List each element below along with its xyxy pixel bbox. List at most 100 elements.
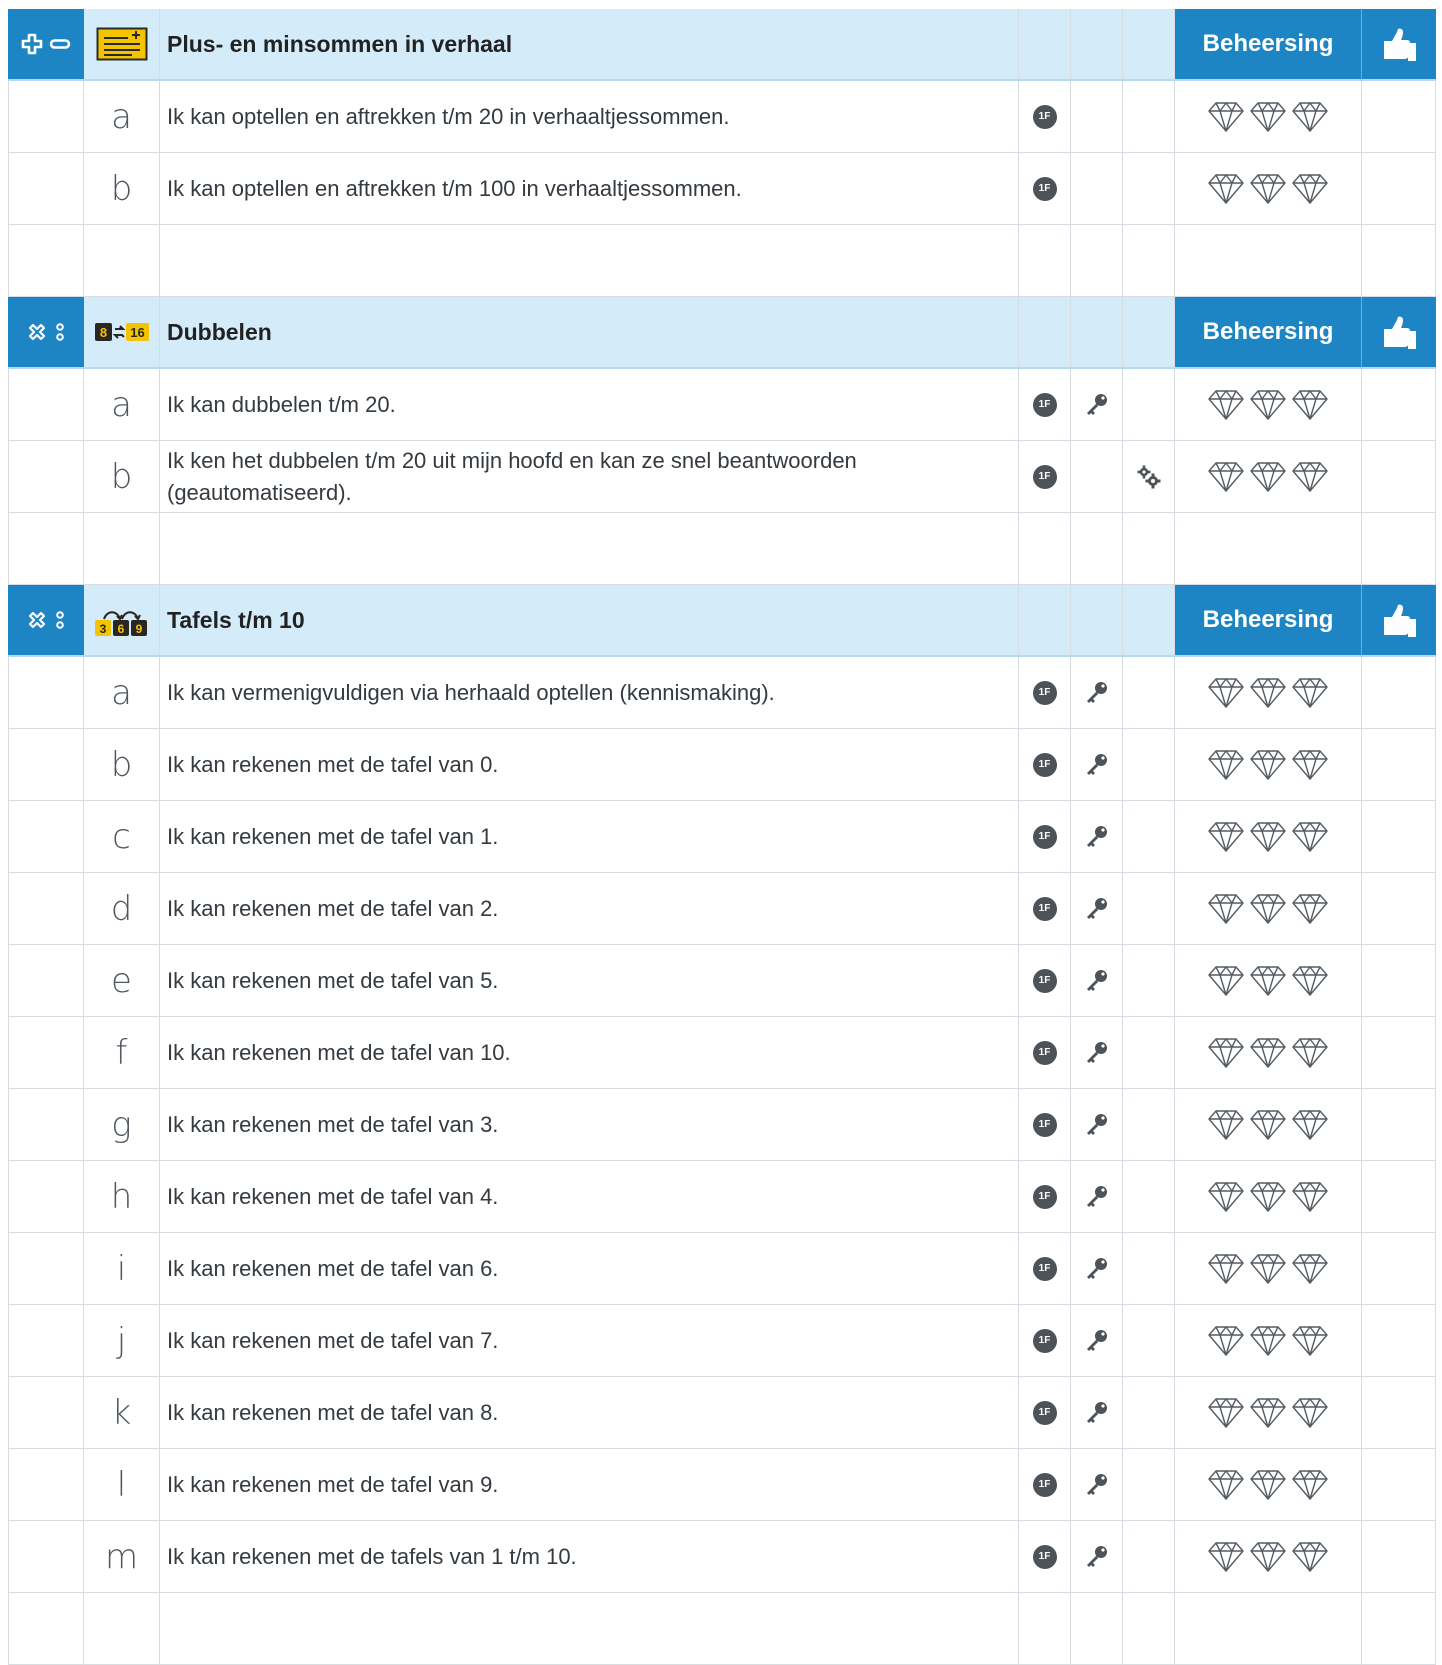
goal-check-cell[interactable] [8, 657, 84, 729]
diamond-icon[interactable] [1249, 1037, 1287, 1069]
diamond-icon[interactable] [1291, 173, 1329, 205]
diamond-icon[interactable] [1291, 1325, 1329, 1357]
mastery-rating[interactable] [1207, 893, 1329, 925]
goal-check-cell[interactable] [8, 1089, 84, 1161]
goal-check-cell[interactable] [8, 153, 84, 225]
goal-check-cell[interactable] [8, 1377, 84, 1449]
approval-cell[interactable] [1362, 657, 1436, 729]
diamond-icon[interactable] [1249, 101, 1287, 133]
approval-cell[interactable] [1362, 1521, 1436, 1593]
goal-check-cell[interactable] [8, 1449, 84, 1521]
diamond-icon[interactable] [1249, 677, 1287, 709]
mastery-rating[interactable] [1207, 1541, 1329, 1573]
diamond-icon[interactable] [1291, 965, 1329, 997]
diamond-icon[interactable] [1291, 389, 1329, 421]
approval-cell[interactable] [1362, 369, 1436, 441]
diamond-icon[interactable] [1249, 749, 1287, 781]
diamond-icon[interactable] [1291, 1181, 1329, 1213]
diamond-icon[interactable] [1291, 101, 1329, 133]
goal-check-cell[interactable] [8, 441, 84, 513]
mastery-rating[interactable] [1207, 1181, 1329, 1213]
goal-check-cell[interactable] [8, 873, 84, 945]
goal-check-cell[interactable] [8, 81, 84, 153]
diamond-icon[interactable] [1207, 821, 1245, 853]
goal-check-cell[interactable] [8, 1233, 84, 1305]
diamond-icon[interactable] [1207, 173, 1245, 205]
mastery-rating[interactable] [1207, 749, 1329, 781]
diamond-icon[interactable] [1207, 893, 1245, 925]
diamond-icon[interactable] [1249, 1325, 1287, 1357]
approval-cell[interactable] [1362, 81, 1436, 153]
diamond-icon[interactable] [1291, 1469, 1329, 1501]
goal-check-cell[interactable] [8, 945, 84, 1017]
diamond-icon[interactable] [1207, 749, 1245, 781]
diamond-icon[interactable] [1291, 821, 1329, 853]
diamond-icon[interactable] [1291, 1397, 1329, 1429]
diamond-icon[interactable] [1249, 1181, 1287, 1213]
mastery-rating[interactable] [1207, 1325, 1329, 1357]
approval-cell[interactable] [1362, 1449, 1436, 1521]
mastery-rating[interactable] [1207, 677, 1329, 709]
diamond-icon[interactable] [1207, 1541, 1245, 1573]
diamond-icon[interactable] [1207, 101, 1245, 133]
approval-cell[interactable] [1362, 801, 1436, 873]
mastery-rating[interactable] [1207, 821, 1329, 853]
mastery-rating[interactable] [1207, 1253, 1329, 1285]
mastery-rating[interactable] [1207, 1109, 1329, 1141]
mastery-rating[interactable] [1207, 1397, 1329, 1429]
goal-check-cell[interactable] [8, 1521, 84, 1593]
diamond-icon[interactable] [1249, 173, 1287, 205]
approval-cell[interactable] [1362, 1161, 1436, 1233]
diamond-icon[interactable] [1249, 893, 1287, 925]
mastery-rating[interactable] [1207, 461, 1329, 493]
goal-check-cell[interactable] [8, 729, 84, 801]
approval-cell[interactable] [1362, 153, 1436, 225]
diamond-icon[interactable] [1207, 1109, 1245, 1141]
mastery-rating[interactable] [1207, 1037, 1329, 1069]
diamond-icon[interactable] [1207, 677, 1245, 709]
diamond-icon[interactable] [1291, 1541, 1329, 1573]
diamond-icon[interactable] [1207, 1325, 1245, 1357]
diamond-icon[interactable] [1291, 1037, 1329, 1069]
diamond-icon[interactable] [1207, 1181, 1245, 1213]
approval-cell[interactable] [1362, 945, 1436, 1017]
diamond-icon[interactable] [1207, 1469, 1245, 1501]
goal-check-cell[interactable] [8, 1161, 84, 1233]
diamond-icon[interactable] [1291, 677, 1329, 709]
diamond-icon[interactable] [1249, 965, 1287, 997]
diamond-icon[interactable] [1291, 461, 1329, 493]
mastery-rating[interactable] [1207, 965, 1329, 997]
diamond-icon[interactable] [1249, 1541, 1287, 1573]
goal-check-cell[interactable] [8, 369, 84, 441]
diamond-icon[interactable] [1249, 1397, 1287, 1429]
approval-cell[interactable] [1362, 1233, 1436, 1305]
approval-cell[interactable] [1362, 873, 1436, 945]
approval-cell[interactable] [1362, 1089, 1436, 1161]
diamond-icon[interactable] [1207, 461, 1245, 493]
approval-cell[interactable] [1362, 729, 1436, 801]
diamond-icon[interactable] [1249, 1469, 1287, 1501]
approval-cell[interactable] [1362, 1305, 1436, 1377]
mastery-rating[interactable] [1207, 101, 1329, 133]
diamond-icon[interactable] [1249, 389, 1287, 421]
diamond-icon[interactable] [1249, 461, 1287, 493]
diamond-icon[interactable] [1207, 965, 1245, 997]
approval-cell[interactable] [1362, 1377, 1436, 1449]
goal-check-cell[interactable] [8, 1017, 84, 1089]
approval-cell[interactable] [1362, 441, 1436, 513]
diamond-icon[interactable] [1207, 1037, 1245, 1069]
diamond-icon[interactable] [1249, 1253, 1287, 1285]
goal-check-cell[interactable] [8, 801, 84, 873]
goal-check-cell[interactable] [8, 1305, 84, 1377]
diamond-icon[interactable] [1207, 1397, 1245, 1429]
diamond-icon[interactable] [1207, 1253, 1245, 1285]
diamond-icon[interactable] [1291, 1253, 1329, 1285]
mastery-rating[interactable] [1207, 173, 1329, 205]
mastery-rating[interactable] [1207, 389, 1329, 421]
approval-cell[interactable] [1362, 1017, 1436, 1089]
diamond-icon[interactable] [1249, 1109, 1287, 1141]
diamond-icon[interactable] [1291, 893, 1329, 925]
mastery-rating[interactable] [1207, 1469, 1329, 1501]
diamond-icon[interactable] [1207, 389, 1245, 421]
diamond-icon[interactable] [1291, 1109, 1329, 1141]
